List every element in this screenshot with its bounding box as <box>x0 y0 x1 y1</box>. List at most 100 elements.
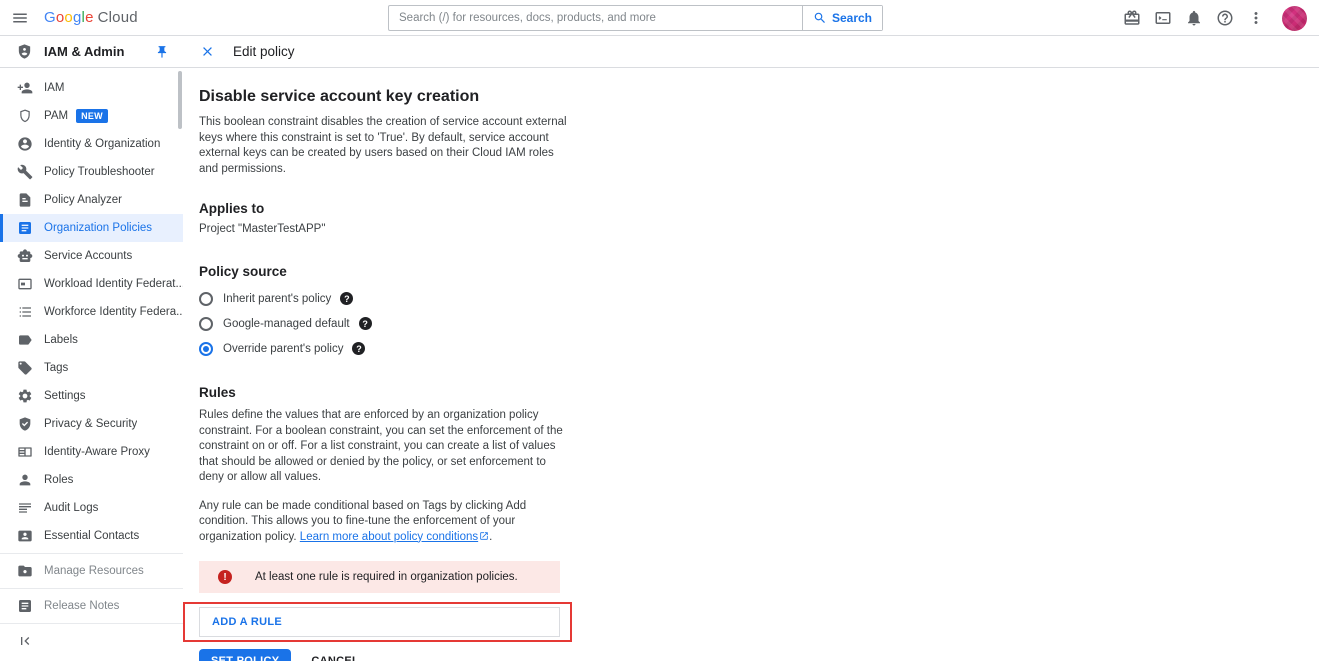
sidebar-item-roles[interactable]: Roles <box>0 466 183 494</box>
constraint-description: This boolean constraint disables the cre… <box>199 115 567 177</box>
constraint-title: Disable service account key creation <box>199 88 1319 106</box>
highlight-annotation-box: ADD A RULE <box>183 602 572 642</box>
top-app-bar: Google Cloud Search <box>0 0 1319 36</box>
sidebar-item-label: Service Accounts <box>44 250 132 262</box>
collapse-icon <box>17 633 33 649</box>
help-question-icon[interactable]: ? <box>340 292 353 305</box>
divider <box>0 588 183 589</box>
close-icon[interactable] <box>200 44 215 59</box>
sidebar-item-privacy-security[interactable]: Privacy & Security <box>0 410 183 438</box>
sidebar-item-iam[interactable]: IAM <box>0 74 183 102</box>
sidebar-item-identity-aware-proxy[interactable]: Identity-Aware Proxy <box>0 438 183 466</box>
document-icon <box>17 192 33 208</box>
external-link-icon[interactable] <box>479 531 489 541</box>
sidebar-item-label: Tags <box>44 362 68 374</box>
error-banner: ! At least one rule is required in organ… <box>199 561 560 593</box>
shield-icon <box>17 108 33 124</box>
set-policy-button[interactable]: SET POLICY <box>199 649 291 661</box>
pin-icon[interactable] <box>155 45 169 59</box>
wrench-icon <box>17 164 33 180</box>
sidebar-item-pam[interactable]: PAM NEW <box>0 102 183 130</box>
help-question-icon[interactable]: ? <box>352 342 365 355</box>
error-icon: ! <box>218 570 232 584</box>
robot-icon <box>17 248 33 264</box>
sidebar-item-workload-identity[interactable]: Workload Identity Federat... <box>0 270 183 298</box>
new-badge: NEW <box>76 109 108 123</box>
gear-icon <box>17 388 33 404</box>
sidebar-item-policy-troubleshooter[interactable]: Policy Troubleshooter <box>0 158 183 186</box>
sidebar-item-label: Organization Policies <box>44 222 152 234</box>
sidebar-item-label: IAM <box>44 82 64 94</box>
sidebar-item-label: Workforce Identity Federa... <box>44 306 183 318</box>
radio-override-parents-policy[interactable]: Override parent's policy ? <box>199 339 1319 358</box>
sidebar-item-service-accounts[interactable]: Service Accounts <box>0 242 183 270</box>
sidebar-item-identity-organization[interactable]: Identity & Organization <box>0 130 183 158</box>
search-button[interactable]: Search <box>802 6 882 30</box>
sidebar-item-manage-resources[interactable]: Manage Resources <box>0 557 183 585</box>
search-bar: Search <box>388 5 883 31</box>
google-cloud-logo: Google Cloud <box>44 9 138 26</box>
iam-admin-shield-icon <box>16 43 33 60</box>
sidebar-item-label: Policy Troubleshooter <box>44 166 155 178</box>
sidebar-item-tags[interactable]: Tags <box>0 354 183 382</box>
label-icon <box>17 332 33 348</box>
avatar[interactable] <box>1282 6 1307 31</box>
cloud-shell-icon[interactable] <box>1154 9 1172 27</box>
person-icon <box>17 472 33 488</box>
radio-button[interactable] <box>199 317 213 331</box>
search-input[interactable] <box>389 6 802 30</box>
sidebar-item-label: Audit Logs <box>44 502 98 514</box>
divider <box>0 623 183 624</box>
sidebar-item-essential-contacts[interactable]: Essential Contacts <box>0 522 183 550</box>
error-message: At least one rule is required in organiz… <box>255 571 518 583</box>
contact-card-icon <box>17 528 33 544</box>
rules-paragraph-1: Rules define the values that are enforce… <box>199 408 567 486</box>
radio-button[interactable] <box>199 292 213 306</box>
bell-icon[interactable] <box>1185 9 1203 27</box>
sidebar-item-label: Labels <box>44 334 78 346</box>
sidebar-item-label: Policy Analyzer <box>44 194 122 206</box>
cancel-button[interactable]: CANCEL <box>311 649 359 661</box>
sidebar-item-label: Identity-Aware Proxy <box>44 446 150 458</box>
radio-google-managed-default[interactable]: Google-managed default ? <box>199 314 1319 333</box>
sidebar-item-organization-policies[interactable]: Organization Policies <box>0 214 183 242</box>
add-a-rule-label: ADD A RULE <box>212 616 282 628</box>
logo-letter: e <box>85 9 94 26</box>
sidebar-item-label: Workload Identity Federat... <box>44 278 183 290</box>
sidebar-item-labels[interactable]: Labels <box>0 326 183 354</box>
card-icon <box>17 276 33 292</box>
proxy-icon <box>17 444 33 460</box>
shield-check-icon <box>17 416 33 432</box>
hamburger-menu-icon[interactable] <box>0 0 40 36</box>
product-header-bar: IAM & Admin Edit policy <box>0 36 1319 68</box>
sidebar-item-label: Manage Resources <box>44 565 144 577</box>
list-icon <box>17 304 33 320</box>
radio-inherit-parents-policy[interactable]: Inherit parent's policy ? <box>199 289 1319 308</box>
help-icon[interactable] <box>1216 9 1234 27</box>
add-a-rule-button[interactable]: ADD A RULE <box>199 607 560 637</box>
account-circle-icon <box>17 136 33 152</box>
help-question-icon[interactable]: ? <box>359 317 372 330</box>
sidebar-item-settings[interactable]: Settings <box>0 382 183 410</box>
release-notes-icon <box>17 598 33 614</box>
edit-policy-panel: Disable service account key creation Thi… <box>183 68 1319 661</box>
applies-to-heading: Applies to <box>199 201 1319 216</box>
logo-letter: g <box>73 9 82 26</box>
sidebar-item-policy-analyzer[interactable]: Policy Analyzer <box>0 186 183 214</box>
page-title: Edit policy <box>233 44 295 59</box>
sidebar-item-label: Identity & Organization <box>44 138 160 150</box>
search-button-label: Search <box>832 11 872 25</box>
applies-to-value: Project "MasterTestAPP" <box>199 223 1319 235</box>
gift-icon[interactable] <box>1123 9 1141 27</box>
tag-icon <box>17 360 33 376</box>
sidebar-item-label: Roles <box>44 474 73 486</box>
sidebar-item-workforce-identity[interactable]: Workforce Identity Federa... <box>0 298 183 326</box>
radio-button-checked[interactable] <box>199 342 213 356</box>
more-vert-icon[interactable] <box>1247 9 1265 27</box>
collapse-sidebar-button[interactable] <box>0 627 183 655</box>
learn-more-link[interactable]: Learn more about policy conditions <box>300 531 478 543</box>
logo-letter: G <box>44 9 56 26</box>
sidebar-item-label: Release Notes <box>44 600 119 612</box>
sidebar-item-audit-logs[interactable]: Audit Logs <box>0 494 183 522</box>
sidebar-item-release-notes[interactable]: Release Notes <box>0 592 183 620</box>
